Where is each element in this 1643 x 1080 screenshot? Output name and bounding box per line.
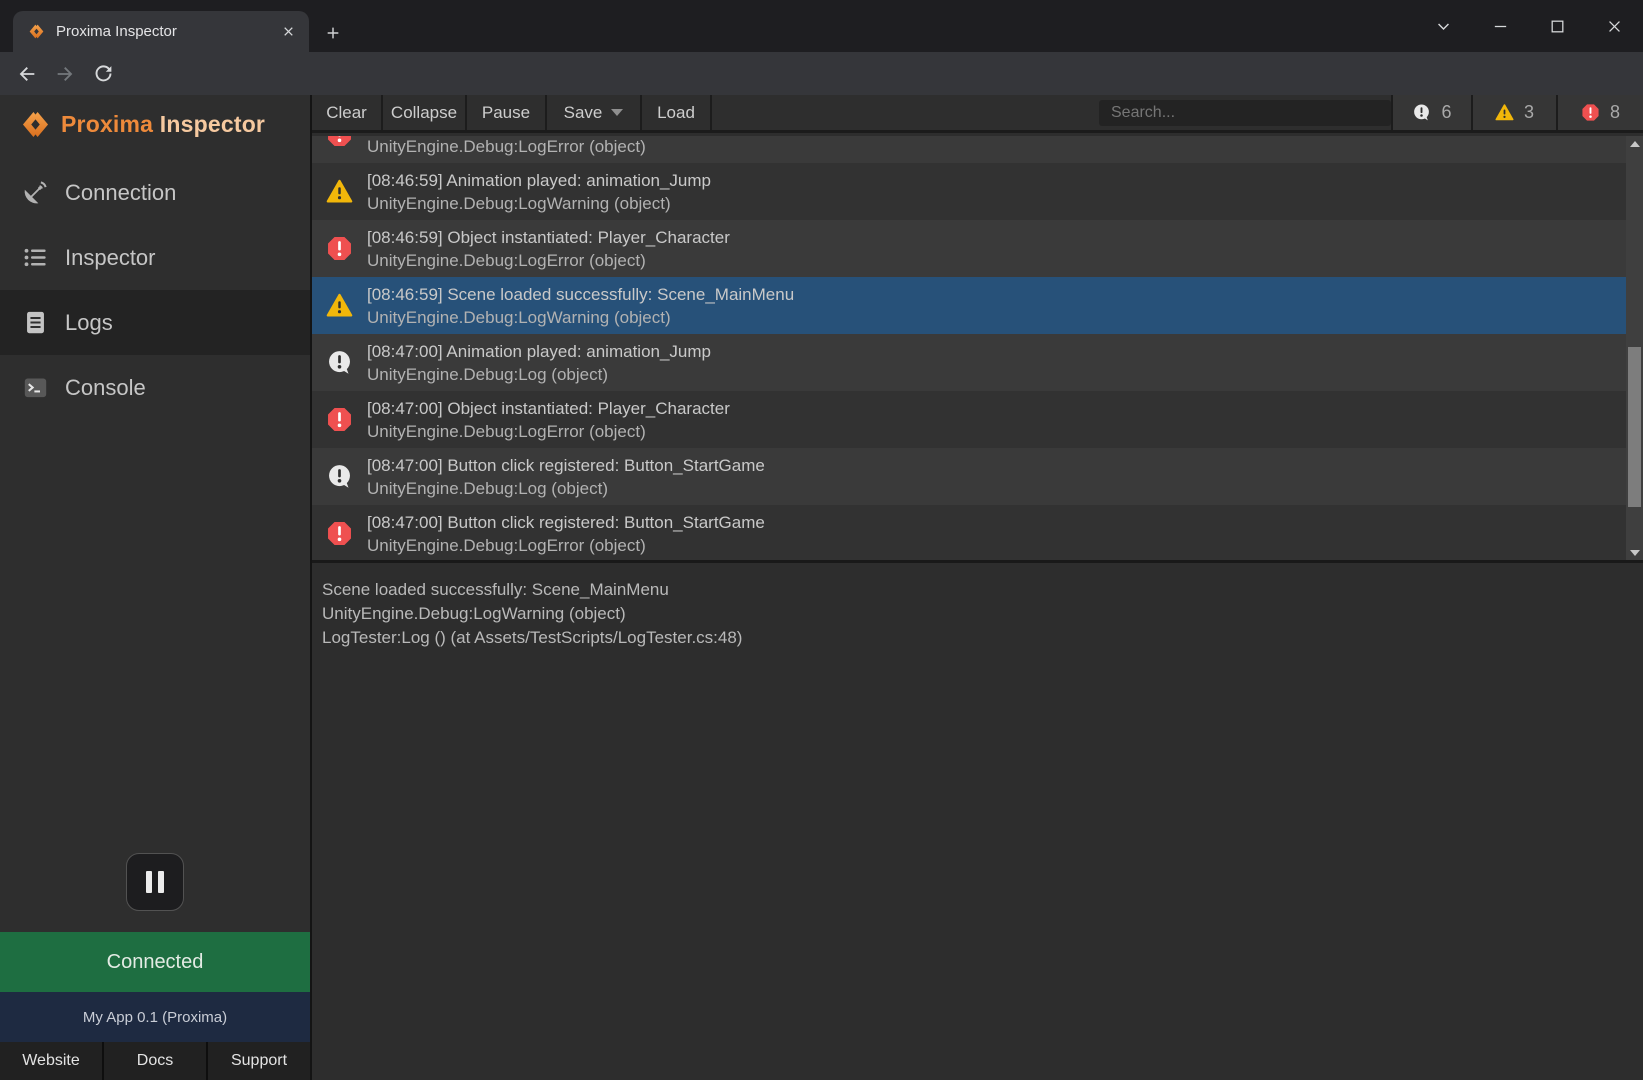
log-message: [08:47:00] Animation played: animation_J… [367, 340, 711, 363]
main-panel: Clear Collapse Pause Save Load 6 [310, 95, 1643, 1080]
log-details-pane: Scene loaded successfully: Scene_MainMen… [312, 560, 1643, 1080]
log-message: [08:46:59] Animation played: animation_J… [367, 169, 711, 192]
browser-tab[interactable]: Proxima Inspector [13, 11, 309, 52]
log-scrollbar[interactable] [1626, 136, 1643, 560]
sidebar-item-logs[interactable]: Logs [0, 290, 310, 355]
log-stack: UnityEngine.Debug:Log (object) [367, 477, 765, 500]
log-row[interactable]: [08:46:59] Animation played: animation_J… [312, 163, 1626, 220]
log-stack: UnityEngine.Debug:LogError (object) [367, 136, 794, 158]
error-icon [326, 520, 353, 547]
log-stack: UnityEngine.Debug:LogError (object) [367, 420, 730, 443]
log-row[interactable]: [08:46:59] Scene loaded successfully: Sc… [312, 136, 1626, 163]
connection-status: Connected [0, 932, 310, 992]
proxima-favicon-icon [28, 23, 45, 40]
info-icon [1412, 103, 1431, 122]
scroll-down-icon[interactable] [1626, 545, 1643, 560]
log-message: [08:47:00] Button click registered: Butt… [367, 454, 765, 477]
website-link[interactable]: Website [0, 1042, 102, 1080]
pause-stream-button[interactable] [126, 853, 184, 911]
save-dropdown-icon[interactable] [611, 109, 623, 116]
document-icon [22, 309, 49, 336]
sidebar-item-label: Connection [65, 180, 176, 206]
sidebar-nav: Connection Inspector Logs [0, 160, 310, 420]
info-icon [326, 463, 353, 490]
log-message: [08:47:00] Object instantiated: Player_C… [367, 397, 730, 420]
support-link[interactable]: Support [206, 1042, 310, 1080]
new-tab-icon[interactable] [318, 18, 348, 48]
error-icon [1581, 103, 1600, 122]
browser-toolbar: Not secure https://10.0.0.216:7759/logs [0, 52, 1643, 95]
clear-button[interactable]: Clear [312, 95, 383, 130]
info-count: 6 [1441, 102, 1451, 123]
save-button[interactable]: Save [547, 95, 642, 130]
log-row[interactable]: [08:47:00] Button click registered: Butt… [312, 505, 1626, 560]
log-stack: UnityEngine.Debug:LogError (object) [367, 534, 765, 557]
scroll-up-icon[interactable] [1626, 136, 1643, 151]
tab-title: Proxima Inspector [56, 23, 277, 40]
log-row[interactable]: [08:47:00] Object instantiated: Player_C… [312, 391, 1626, 448]
sidebar-item-console[interactable]: Console [0, 355, 310, 420]
list-icon [22, 244, 49, 271]
sidebar-item-connection[interactable]: Connection [0, 160, 310, 225]
error-icon [326, 406, 353, 433]
warning-icon [326, 292, 353, 319]
detail-stack: UnityEngine.Debug:LogWarning (object) [322, 602, 1633, 626]
sidebar-item-label: Inspector [65, 245, 156, 271]
error-icon [326, 235, 353, 262]
tab-close-icon[interactable] [277, 21, 299, 43]
terminal-icon [22, 374, 49, 401]
sidebar-item-inspector[interactable]: Inspector [0, 225, 310, 290]
log-toolbar: Clear Collapse Pause Save Load 6 [312, 95, 1643, 133]
sidebar: Proxima Inspector Connection [0, 95, 310, 1080]
browser-titlebar: Proxima Inspector [0, 0, 1643, 52]
load-button[interactable]: Load [642, 95, 712, 130]
info-icon [326, 349, 353, 376]
satellite-icon [22, 179, 49, 206]
error-count: 8 [1610, 102, 1620, 123]
sidebar-footer: Website Docs Support [0, 1042, 310, 1080]
forward-icon[interactable] [46, 55, 84, 93]
sidebar-item-label: Logs [65, 310, 113, 336]
log-stack: UnityEngine.Debug:Log (object) [367, 363, 711, 386]
collapse-button[interactable]: Collapse [383, 95, 467, 130]
log-list: [08:46:59] Scene loaded successfully: Sc… [312, 136, 1626, 560]
maximize-icon[interactable] [1529, 0, 1586, 52]
pause-icon [146, 871, 152, 893]
app-title: Proxima Inspector [61, 111, 265, 138]
log-stack: UnityEngine.Debug:LogWarning (object) [367, 192, 711, 215]
back-icon[interactable] [8, 55, 46, 93]
warning-icon [326, 178, 353, 205]
detail-source: LogTester:Log () (at Assets/TestScripts/… [322, 626, 1633, 650]
search-input[interactable] [1099, 100, 1391, 126]
warning-icon [1495, 103, 1514, 122]
error-count-filter[interactable]: 8 [1556, 95, 1643, 130]
log-row[interactable]: [08:47:00] Animation played: animation_J… [312, 334, 1626, 391]
reload-icon[interactable] [84, 55, 122, 93]
log-stack: UnityEngine.Debug:LogWarning (object) [367, 306, 794, 329]
pause-button[interactable]: Pause [467, 95, 547, 130]
window-controls [1415, 0, 1643, 52]
log-stack: UnityEngine.Debug:LogError (object) [367, 249, 730, 272]
scrollbar-thumb[interactable] [1628, 347, 1641, 507]
minimize-icon[interactable] [1472, 0, 1529, 52]
app-info: My App 0.1 (Proxima) [0, 992, 310, 1042]
warning-count: 3 [1524, 102, 1534, 123]
sidebar-item-label: Console [65, 375, 146, 401]
tab-search-chevron-icon[interactable] [1415, 0, 1472, 52]
detail-message: Scene loaded successfully: Scene_MainMen… [322, 578, 1633, 602]
log-row[interactable]: [08:46:59] Object instantiated: Player_C… [312, 220, 1626, 277]
log-message: [08:46:59] Scene loaded successfully: Sc… [367, 283, 794, 306]
app-logo: Proxima Inspector [20, 109, 265, 140]
log-row[interactable]: [08:46:59] Scene loaded successfully: Sc… [312, 277, 1626, 334]
docs-link[interactable]: Docs [102, 1042, 206, 1080]
warning-count-filter[interactable]: 3 [1471, 95, 1556, 130]
proxima-logo-icon [20, 109, 51, 140]
log-message: [08:47:00] Button click registered: Butt… [367, 511, 765, 534]
info-count-filter[interactable]: 6 [1391, 95, 1471, 130]
log-message: [08:46:59] Object instantiated: Player_C… [367, 226, 730, 249]
close-window-icon[interactable] [1586, 0, 1643, 52]
error-icon [326, 136, 353, 148]
log-row[interactable]: [08:47:00] Button click registered: Butt… [312, 448, 1626, 505]
